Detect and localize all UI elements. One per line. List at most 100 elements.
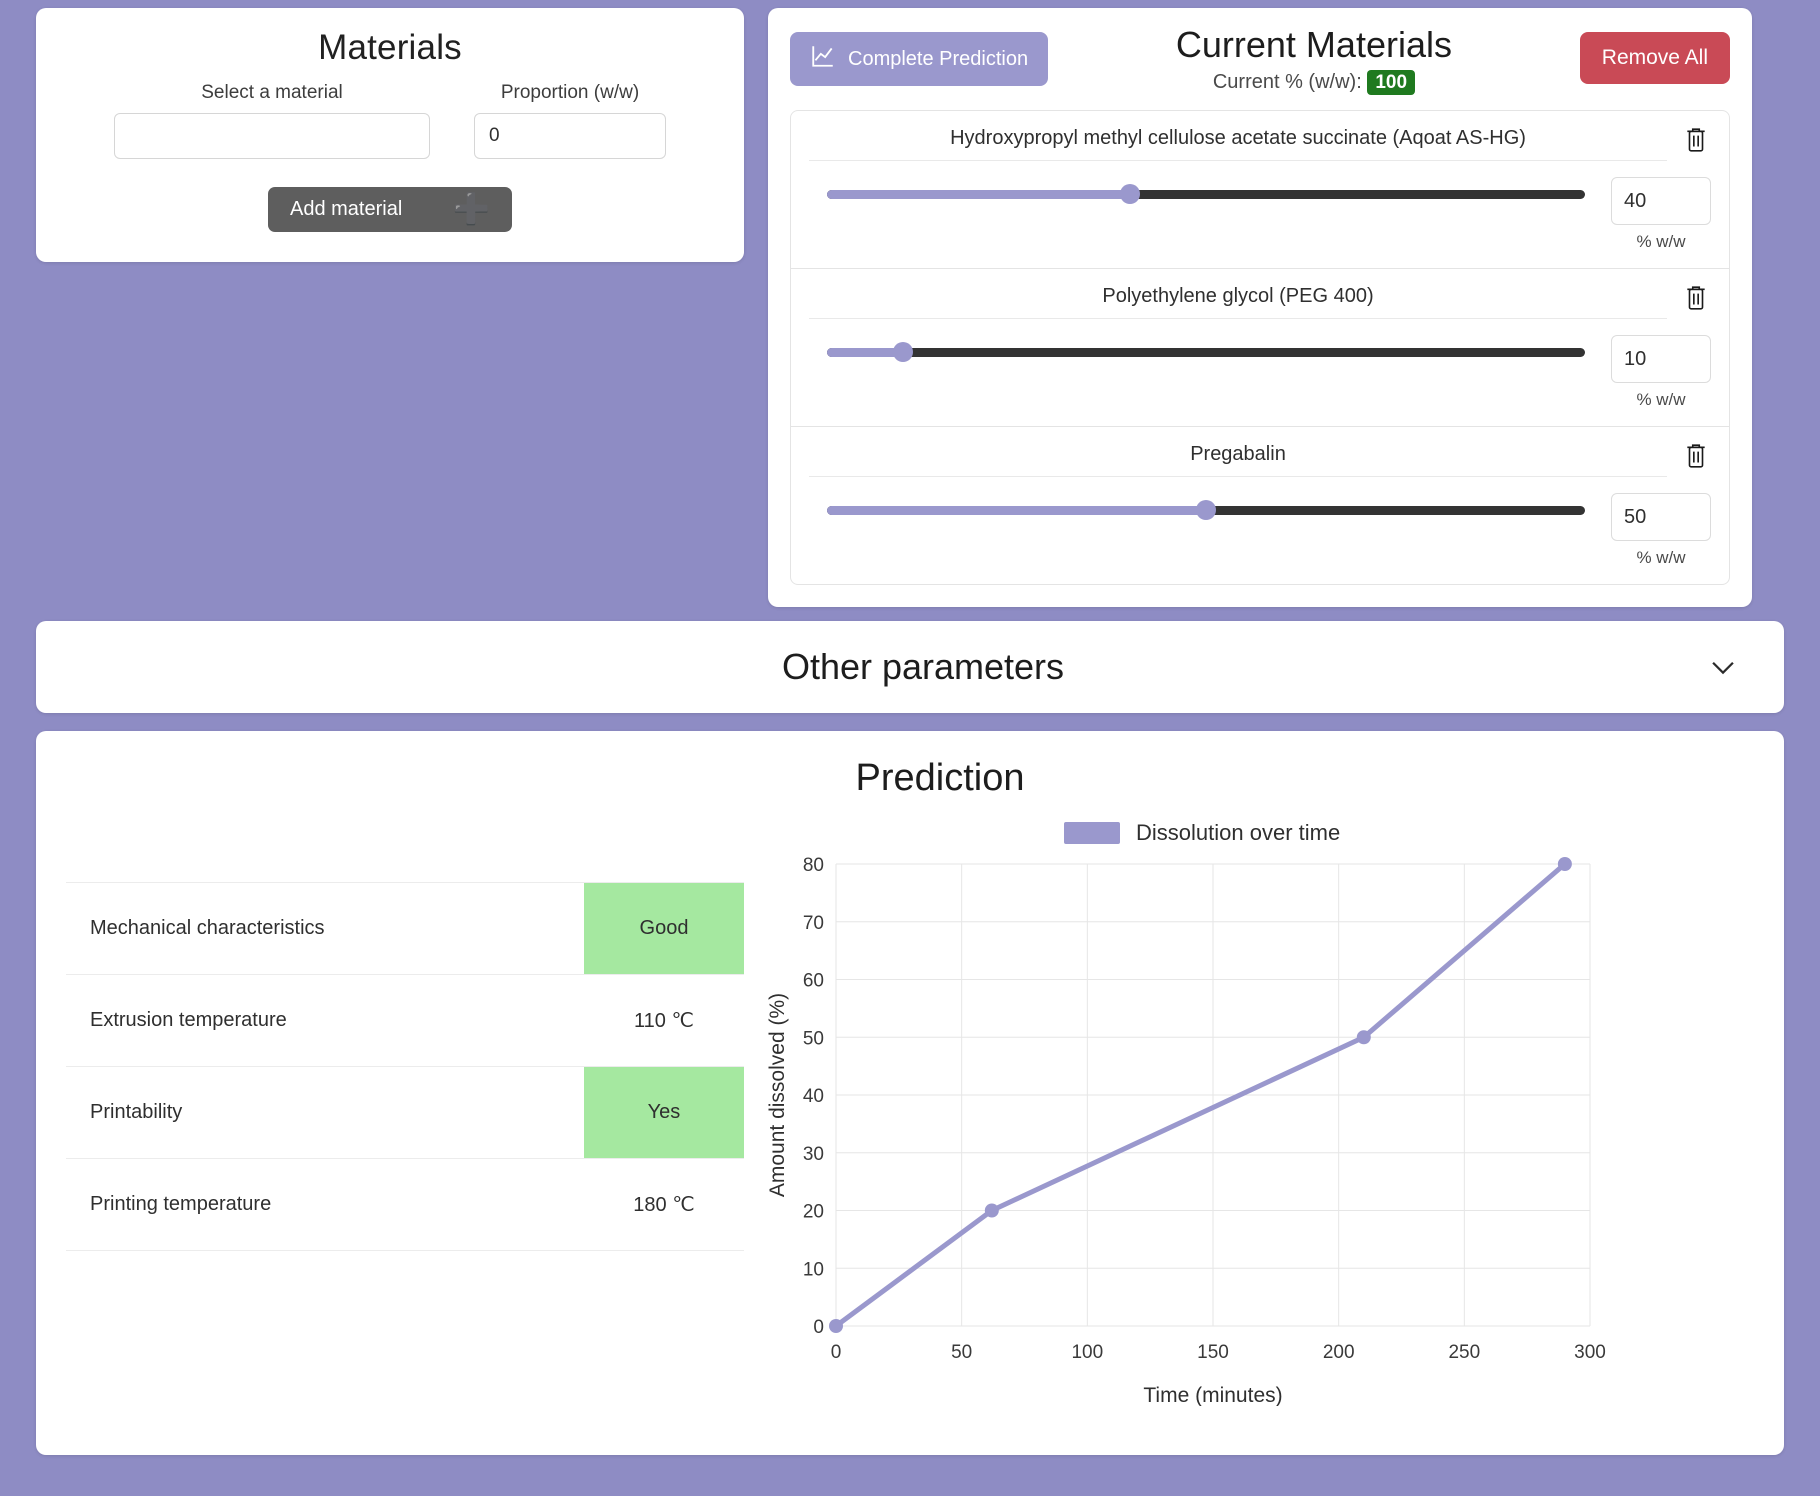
top-row: Materials Select a material Proportion (… [0,0,1820,608]
slider-thumb[interactable] [1120,184,1141,205]
svg-text:40: 40 [803,1086,824,1107]
prediction-panel: Prediction Mechanical characteristics Goo… [36,731,1784,1456]
material-value-input[interactable] [1611,335,1711,384]
material-value-box: % w/w [1611,177,1711,252]
other-parameters-section[interactable]: Other parameters [36,621,1784,714]
prediction-row-label: Mechanical characteristics [90,917,325,940]
slider-fill [827,347,903,357]
prediction-row-label: Printing temperature [90,1193,272,1216]
svg-text:80: 80 [803,855,824,876]
prediction-table-wrap: Mechanical characteristics Good Extrusion … [54,806,754,1437]
chart-svg: 0 50 100 150 200 250 300 0 10 20 30 40 50 60 70 80 Time … [766,855,1606,1407]
proportion-slider[interactable] [827,335,1585,369]
material-name: Hydroxypropyl methyl cellulose acetate s… [809,121,1667,162]
prediction-row: Printing temperature 180 ℃ [66,1159,744,1251]
material-name-line: Polyethylene glycol (PEG 400) [809,279,1711,320]
svg-text:30: 30 [803,1144,824,1165]
add-material-label: Add material [290,198,403,220]
material-controls: % w/w [809,335,1711,410]
other-parameters-title: Other parameters [781,646,1065,688]
material-row: Polyethylene glycol (PEG 400) % w/w [791,269,1729,428]
slider-track [827,347,1585,357]
material-name: Pregabalin [809,437,1667,478]
prediction-table: Mechanical characteristics Good Extrusion … [66,882,744,1251]
complete-prediction-button[interactable]: Complete Prediction [790,32,1049,86]
material-value-input[interactable] [1611,493,1711,542]
select-material-input[interactable] [114,113,430,159]
svg-text:50: 50 [803,1029,824,1050]
add-material-button[interactable]: Add material ➕ [268,187,512,232]
legend-label: Dissolution over time [1136,820,1341,846]
material-controls: % w/w [809,493,1711,568]
svg-text:100: 100 [1071,1342,1103,1363]
materials-form-row: Select a material Proportion (w/w) [60,82,720,159]
svg-text:0: 0 [813,1317,824,1338]
proportion-slider[interactable] [827,177,1585,211]
proportion-field: Proportion (w/w) [474,82,666,159]
trash-icon[interactable] [1681,437,1711,474]
material-value-unit: % w/w [1636,232,1686,252]
svg-text:60: 60 [803,971,824,992]
legend-swatch [1064,822,1120,845]
trash-icon[interactable] [1681,279,1711,316]
prediction-row-label: Extrusion temperature [90,1009,287,1032]
current-materials-title: Current Materials [1175,24,1452,65]
prediction-row-value: Yes [584,1066,744,1159]
remove-all-button[interactable]: Remove All [1579,32,1730,84]
material-name-line: Hydroxypropyl methyl cellulose acetate s… [809,121,1711,162]
material-row: Hydroxypropyl methyl cellulose acetate s… [791,111,1729,270]
current-percent-label: Current % (w/w): [1212,71,1362,94]
line-chart-icon [810,43,836,75]
svg-text:150: 150 [1197,1342,1229,1363]
material-row: Pregabalin % w/w [791,427,1729,584]
svg-text:Amount dissolved (%): Amount dissolved (%) [766,993,789,1197]
current-materials-header: Complete Prediction Current Materials Cu… [790,24,1730,96]
plus-icon: ➕ [452,192,490,226]
materials-panel: Materials Select a material Proportion (… [36,8,744,262]
select-material-field: Select a material [114,82,430,159]
svg-text:200: 200 [1323,1342,1355,1363]
proportion-slider[interactable] [827,493,1585,527]
prediction-body: Mechanical characteristics Good Extrusion … [54,806,1766,1437]
material-controls: % w/w [809,177,1711,252]
svg-text:20: 20 [803,1202,824,1223]
select-material-label: Select a material [201,82,343,103]
prediction-row-label: Printability [90,1101,183,1124]
prediction-row: Extrusion temperature 110 ℃ [66,975,744,1067]
svg-text:70: 70 [803,913,824,934]
current-percent-badge: 100 [1367,70,1416,96]
material-name-line: Pregabalin [809,437,1711,478]
material-value-unit: % w/w [1636,548,1686,568]
svg-text:10: 10 [803,1260,824,1281]
svg-text:250: 250 [1448,1342,1480,1363]
material-value-box: % w/w [1611,335,1711,410]
trash-icon[interactable] [1681,121,1711,158]
proportion-input[interactable] [474,113,666,159]
prediction-row-value: 180 ℃ [633,1194,695,1217]
slider-fill [827,505,1206,515]
svg-text:50: 50 [951,1342,972,1363]
svg-text:0: 0 [831,1342,842,1363]
complete-prediction-label: Complete Prediction [848,47,1029,70]
slider-thumb[interactable] [892,342,913,363]
slider-fill [827,189,1131,199]
current-materials-title-wrap: Current Materials Current % (w/w): 100 [1048,24,1580,96]
prediction-row-value: 110 ℃ [634,1010,694,1033]
current-percent-line: Current % (w/w): 100 [1048,70,1580,96]
chart-legend: Dissolution over time [1064,820,1340,846]
materials-panel-title: Materials [318,28,462,67]
material-value-unit: % w/w [1636,390,1686,410]
prediction-row-value: Good [584,882,744,975]
current-materials-list: Hydroxypropyl methyl cellulose acetate s… [790,110,1730,586]
svg-text:300: 300 [1574,1342,1606,1363]
material-value-input[interactable] [1611,177,1711,226]
slider-thumb[interactable] [1196,500,1216,521]
proportion-label: Proportion (w/w) [500,82,640,103]
svg-text:Time (minutes): Time (minutes) [1143,1384,1282,1406]
current-materials-panel: Complete Prediction Current Materials Cu… [768,8,1752,608]
material-name: Polyethylene glycol (PEG 400) [809,279,1667,320]
prediction-row: Mechanical characteristics Good [66,882,744,975]
chevron-down-icon[interactable] [1706,650,1740,684]
add-material-row: Add material ➕ [60,187,720,232]
dissolution-chart: Dissolution over time 0 50 100 150 200 250 300… [764,806,1766,1437]
